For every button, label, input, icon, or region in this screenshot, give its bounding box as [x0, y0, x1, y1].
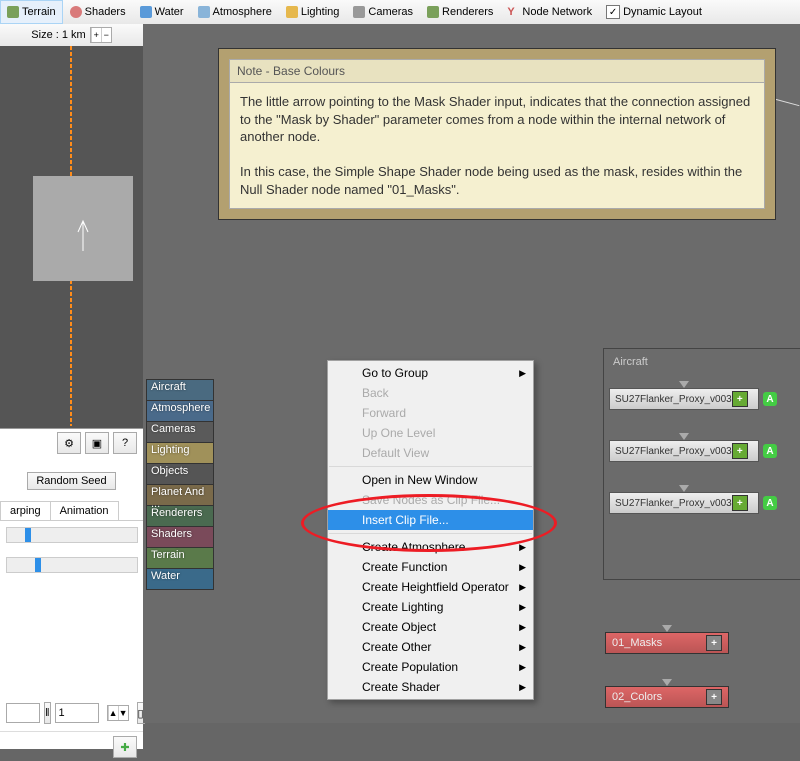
menu-separator — [329, 466, 532, 467]
help-icon[interactable]: ? — [113, 432, 137, 454]
mi-create-heightfield[interactable]: Create Heightfield Operator▶ — [328, 577, 533, 597]
chevron-right-icon: ▶ — [519, 662, 526, 673]
frame-input-b[interactable] — [55, 703, 99, 723]
tab-animation[interactable]: Animation — [50, 501, 119, 520]
frame-input-a[interactable] — [6, 703, 40, 723]
size-bar: Size : 1 km +− — [0, 24, 143, 47]
note-title: Note - Base Colours — [229, 59, 765, 83]
node-su27-2[interactable]: SU27Flanker_Proxy_v003+ — [609, 440, 759, 462]
main-toolbar: Terrain Shaders Water Atmosphere Lightin… — [0, 0, 800, 25]
gear-icon[interactable]: ⚙ — [57, 432, 81, 454]
cat-aircraft[interactable]: Aircraft — [146, 379, 214, 401]
mi-create-object[interactable]: Create Object▶ — [328, 617, 533, 637]
view-icon[interactable]: ▣ — [85, 432, 109, 454]
mi-go-to-group[interactable]: Go to Group▶ — [328, 363, 533, 383]
mi-create-shader[interactable]: Create Shader▶ — [328, 677, 533, 697]
left-panel: Size : 1 km +− ⚙ ▣ ? Random Seed arping … — [0, 24, 144, 723]
mi-back: Back — [328, 383, 533, 403]
mi-create-function[interactable]: Create Function▶ — [328, 557, 533, 577]
cat-renderers[interactable]: Renderers — [146, 505, 214, 527]
mi-default-view: Default View — [328, 443, 533, 463]
add-button-icon[interactable]: ✚ — [113, 736, 137, 758]
mi-create-population[interactable]: Create Population▶ — [328, 657, 533, 677]
chevron-right-icon: ▶ — [519, 542, 526, 553]
mi-up-one-level: Up One Level — [328, 423, 533, 443]
tab-node-network[interactable]: YNode Network — [500, 0, 599, 24]
tab-water[interactable]: Water — [133, 0, 191, 24]
cat-terrain[interactable]: Terrain — [146, 547, 214, 569]
mi-create-other[interactable]: Create Other▶ — [328, 637, 533, 657]
checkbox-icon: ✓ — [606, 5, 620, 19]
cat-water[interactable]: Water — [146, 568, 214, 590]
anim-tabs: arping Animation — [0, 501, 143, 521]
size-spinner[interactable]: +− — [90, 27, 112, 43]
node-02-colors[interactable]: 02_Colors+ — [605, 686, 729, 708]
chevron-right-icon: ▶ — [519, 602, 526, 613]
tab-atmosphere[interactable]: Atmosphere — [191, 0, 279, 24]
slider-1[interactable] — [6, 527, 138, 543]
cat-planet[interactable]: Planet And ... — [146, 484, 214, 506]
cat-shaders[interactable]: Shaders — [146, 526, 214, 548]
group-aircraft[interactable]: Aircraft SU27Flanker_Proxy_v003+ A SU27Fl… — [603, 348, 800, 580]
node-01-masks[interactable]: 01_Masks+ — [605, 632, 729, 654]
mi-create-lighting[interactable]: Create Lighting▶ — [328, 597, 533, 617]
active-badge: A — [763, 444, 777, 458]
mi-create-atmosphere[interactable]: Create Atmosphere▶ — [328, 537, 533, 557]
menu-separator — [329, 533, 532, 534]
chevron-right-icon: ▶ — [519, 562, 526, 573]
node-network-view[interactable]: Note - Base Colours The little arrow poi… — [143, 24, 800, 723]
tab-cameras[interactable]: Cameras — [346, 0, 420, 24]
cat-atmosphere[interactable]: Atmosphere — [146, 400, 214, 422]
node-su27-1[interactable]: SU27Flanker_Proxy_v003+ — [609, 388, 759, 410]
chevron-right-icon: ▶ — [519, 582, 526, 593]
terrain-preview — [33, 176, 133, 281]
context-menu: Go to Group▶ Back Forward Up One Level D… — [327, 360, 534, 700]
cat-objects[interactable]: Objects — [146, 463, 214, 485]
chevron-right-icon: ▶ — [519, 682, 526, 693]
frame-spinner[interactable]: ▲▼ — [107, 705, 129, 721]
slider-2[interactable] — [6, 557, 138, 573]
chevron-right-icon: ▶ — [519, 368, 526, 379]
cat-cameras[interactable]: Cameras — [146, 421, 214, 443]
random-seed-button[interactable]: Random Seed — [27, 472, 115, 490]
mi-insert-clip[interactable]: Insert Clip File... — [328, 510, 533, 530]
toggle-dynamic-layout[interactable]: ✓Dynamic Layout — [599, 0, 709, 24]
mi-save-clip: Save Nodes as Clip File... — [328, 490, 533, 510]
tab-warping[interactable]: arping — [0, 501, 51, 520]
tab-lighting[interactable]: Lighting — [279, 0, 347, 24]
active-badge: A — [763, 496, 777, 510]
mi-open-new-window[interactable]: Open in New Window — [328, 470, 533, 490]
control-panel: ⚙ ▣ ? Random Seed arping Animation ‖ ▲▼ … — [0, 428, 143, 749]
step-icon[interactable]: ‖ — [44, 702, 51, 724]
node-su27-3[interactable]: SU27Flanker_Proxy_v003+ — [609, 492, 759, 514]
tab-renderers[interactable]: Renderers — [420, 0, 500, 24]
group-title: Aircraft — [609, 354, 800, 370]
note-body: The little arrow pointing to the Mask Sh… — [229, 83, 765, 209]
note-node[interactable]: Note - Base Colours The little arrow poi… — [218, 48, 776, 220]
category-list: Aircraft Atmosphere Cameras Lighting Obj… — [146, 379, 214, 589]
cat-lighting[interactable]: Lighting — [146, 442, 214, 464]
tab-shaders[interactable]: Shaders — [63, 0, 133, 24]
size-label: Size : 1 km — [31, 29, 85, 41]
preview-viewport[interactable] — [0, 46, 143, 426]
chevron-right-icon: ▶ — [519, 622, 526, 633]
chevron-right-icon: ▶ — [519, 642, 526, 653]
mi-forward: Forward — [328, 403, 533, 423]
tab-terrain[interactable]: Terrain — [0, 0, 63, 24]
active-badge: A — [763, 392, 777, 406]
